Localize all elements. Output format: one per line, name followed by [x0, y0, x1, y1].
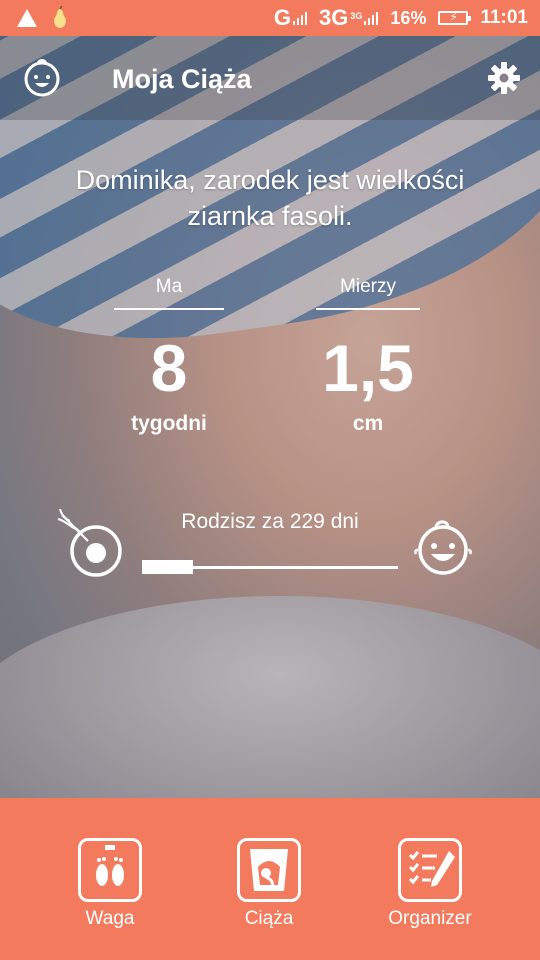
clock: 11:01: [480, 7, 528, 28]
network-type-1: G: [273, 5, 292, 30]
progress-fill: [142, 560, 194, 574]
ultrasound-icon: [237, 838, 301, 902]
hero-baby-photo: [0, 36, 540, 798]
age-value: 8: [150, 331, 188, 405]
battery-percent: 16%: [390, 7, 427, 28]
battery-icon: ⚡: [438, 10, 472, 25]
app-toolbar: Moja Ciąża: [0, 36, 540, 120]
headline-line-1: Dominika, zarodek jest wielkości: [75, 165, 465, 195]
age-label: Ma: [114, 276, 224, 310]
footprints-scale-icon: [78, 838, 142, 902]
network-type-2: 3G: [319, 5, 349, 30]
bottom-navigation: Waga Ciąża Organizer: [0, 798, 540, 960]
embryo-size-message: Dominika, zarodek jest wielkości ziarnka…: [0, 162, 540, 234]
age-unit: tygodni: [131, 412, 207, 435]
nav-ciaza-label: Ciąża: [244, 908, 294, 929]
size-unit: cm: [352, 412, 384, 435]
nav-waga-label: Waga: [85, 908, 135, 929]
network-type-2-sup: 3G: [350, 11, 363, 21]
signal-g: G: [273, 5, 308, 31]
checklist-icon: [398, 838, 462, 902]
pregnancy-age-stat: Ma 8 tygodni: [114, 276, 224, 436]
baby-face-icon[interactable]: [22, 58, 62, 98]
nav-waga[interactable]: Waga: [40, 838, 180, 930]
size-label: Mierzy: [316, 276, 420, 310]
gear-icon[interactable]: [488, 62, 520, 94]
headline-line-2: ziarnka fasoli.: [187, 201, 353, 231]
nav-ciaza[interactable]: Ciąża: [199, 838, 339, 930]
signal-bars-icon: [364, 11, 379, 25]
pear-icon: [54, 6, 66, 28]
status-bar: G 3G 3G 16% ⚡ 11:01: [0, 0, 540, 36]
page-title: Moja Ciąża: [112, 64, 252, 94]
nav-organizer[interactable]: Organizer: [360, 838, 500, 930]
baby-face-icon: [414, 520, 472, 575]
signal-bars-icon: [293, 11, 308, 25]
pregnancy-progress-bar: [142, 560, 398, 574]
nav-organizer-label: Organizer: [388, 908, 472, 929]
embryo-size-stat: Mierzy 1,5 cm: [316, 276, 420, 436]
warning-icon: [17, 9, 37, 27]
signal-3g: 3G 3G: [319, 5, 379, 31]
size-value: 1,5: [322, 331, 414, 405]
